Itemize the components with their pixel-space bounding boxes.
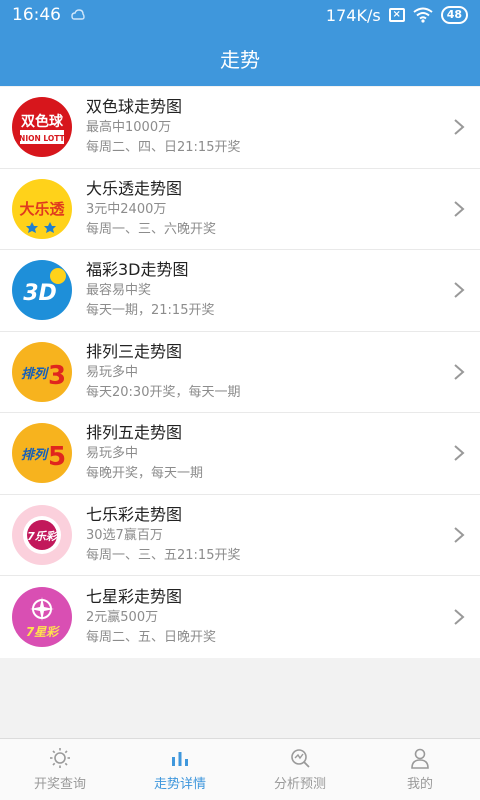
pailie5-logo-text: 排列	[21, 447, 50, 463]
chevron-right-icon	[454, 445, 465, 462]
user-icon	[411, 748, 429, 769]
pailie3-logo-num: 3	[48, 361, 66, 391]
lottery-prize: 最容易中奖	[86, 283, 152, 299]
lottery-name: 排列三走势图	[86, 341, 183, 361]
lottery-schedule: 每晚开奖，每天一期	[86, 466, 204, 482]
app-header: 16:46 174K/s × 48 走势	[0, 0, 480, 86]
shuangseqiu-logo-text: 双色球	[21, 113, 64, 130]
lottery-prize: 2元赢500万	[86, 609, 159, 625]
list-item-qixingcai[interactable]: 7星彩 七星彩走势图 2元赢500万 每周二、五、日晚开奖	[0, 576, 480, 658]
lottery-schedule: 每天20:30开奖，每天一期	[86, 384, 241, 400]
tab-label: 走势详情	[153, 777, 206, 792]
bottom-tab-bar: 开奖查询 走势详情 分析预测 我的	[0, 738, 480, 800]
qixingcai-logo: 7星彩	[12, 586, 72, 647]
pailie3-logo: 排列 3	[12, 341, 72, 402]
notification-icon	[71, 9, 85, 20]
lottery-prize: 易玩多中	[86, 446, 139, 462]
lottery-prize: 30选7赢百万	[86, 527, 163, 543]
qilecai-logo-text: 7乐彩	[27, 530, 59, 543]
fucai3d-logo-text: 3D	[23, 281, 57, 306]
lottery-schedule: 每天一期，21:15开奖	[86, 303, 215, 319]
lottery-name: 福彩3D走势图	[86, 260, 189, 280]
status-time: 16:46	[12, 5, 61, 25]
chevron-right-icon	[454, 526, 465, 543]
chevron-right-icon	[454, 119, 465, 136]
lottery-list: 双色球 UNION LOTTO 双色球走势图 最高中1000万 每周二、四、日2…	[0, 87, 480, 658]
status-bar: 16:46 174K/s × 48	[0, 0, 480, 30]
list-item-daletou[interactable]: 大乐透 大乐透走势图 3元中2400万 每周一、三、六晚开奖	[0, 169, 480, 250]
fucai3d-logo: 3D	[12, 260, 72, 321]
shuangseqiu-logo: 双色球 UNION LOTTO	[12, 97, 72, 158]
tab-trend-details[interactable]: 走势详情	[120, 739, 240, 800]
pailie5-logo: 排列 5	[12, 423, 72, 484]
shuangseqiu-logo-sub: UNION LOTTO	[13, 134, 71, 143]
sim-icon: ×	[388, 8, 405, 22]
lottery-prize: 3元中2400万	[86, 201, 167, 217]
lottery-schedule: 每周一、三、六晚开奖	[86, 221, 217, 237]
lottery-schedule: 每周二、四、日21:15开奖	[86, 140, 241, 156]
lottery-name: 七星彩走势图	[86, 586, 183, 606]
qixingcai-logo-text: 7星彩	[26, 625, 60, 639]
lottery-prize: 易玩多中	[86, 364, 139, 380]
list-item-shuangseqiu[interactable]: 双色球 UNION LOTTO 双色球走势图 最高中1000万 每周二、四、日2…	[0, 87, 480, 169]
sun-icon	[50, 748, 70, 768]
lottery-name: 七乐彩走势图	[86, 504, 183, 524]
lottery-schedule: 每周一、三、五21:15开奖	[86, 547, 241, 563]
daletou-logo: 大乐透	[12, 178, 72, 239]
list-item-pailie3[interactable]: 排列 3 排列三走势图 易玩多中 每天20:30开奖，每天一期	[0, 332, 480, 413]
bar-chart-icon	[172, 752, 188, 766]
tab-label: 我的	[406, 777, 433, 792]
lottery-name: 排列五走势图	[86, 423, 183, 443]
pailie3-logo-text: 排列	[21, 366, 50, 382]
analysis-icon	[291, 749, 310, 768]
chevron-right-icon	[454, 608, 465, 625]
tab-label: 分析预测	[273, 777, 326, 792]
pailie5-logo-num: 5	[48, 442, 66, 472]
page-title: 走势	[220, 47, 260, 72]
tab-label: 开奖查询	[33, 777, 86, 792]
tab-analysis-forecast[interactable]: 分析预测	[240, 739, 360, 800]
chevron-right-icon	[454, 363, 465, 380]
list-item-fucai3d[interactable]: 3D 福彩3D走势图 最容易中奖 每天一期，21:15开奖	[0, 250, 480, 332]
lottery-name: 双色球走势图	[86, 97, 183, 117]
chevron-right-icon	[454, 200, 465, 217]
list-item-pailie5[interactable]: 排列 5 排列五走势图 易玩多中 每晚开奖，每天一期	[0, 413, 480, 495]
list-item-qilecai[interactable]: 7乐彩 七乐彩走势图 30选7赢百万 每周一、三、五21:15开奖	[0, 495, 480, 576]
wifi-icon	[413, 7, 433, 23]
tab-draw-results[interactable]: 开奖查询	[0, 739, 120, 800]
battery-indicator: 48	[440, 6, 468, 24]
tab-mine[interactable]: 我的	[360, 739, 480, 800]
lottery-name: 大乐透走势图	[86, 178, 183, 198]
lottery-prize: 最高中1000万	[86, 120, 172, 136]
network-speed: 174K/s	[325, 5, 381, 25]
chevron-right-icon	[454, 282, 465, 299]
daletou-logo-text: 大乐透	[19, 200, 65, 218]
qilecai-logo: 7乐彩	[12, 504, 72, 565]
lottery-schedule: 每周二、五、日晚开奖	[86, 629, 217, 645]
